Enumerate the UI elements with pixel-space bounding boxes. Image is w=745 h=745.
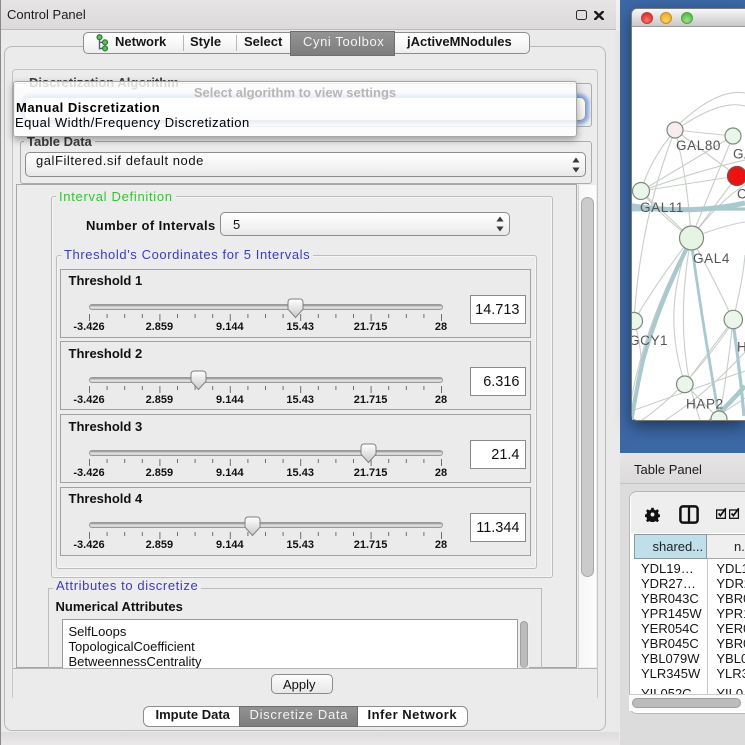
svg-text:GAL4: GAL4	[693, 251, 730, 266]
svg-text:HAP2: HAP2	[686, 397, 724, 412]
svg-text:GAL11: GAL11	[640, 200, 684, 215]
svg-text:H: H	[737, 340, 745, 355]
svg-text:GCY1: GCY1	[632, 333, 668, 348]
svg-text:C: C	[737, 187, 745, 202]
svg-text:GA: GA	[733, 147, 745, 162]
svg-text:GAL80: GAL80	[676, 138, 721, 153]
